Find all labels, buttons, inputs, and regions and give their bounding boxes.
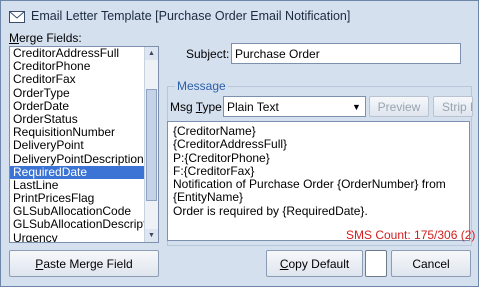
window-title: Email Letter Template [Purchase Order Em… (31, 9, 351, 23)
blank-square-button[interactable] (365, 250, 387, 277)
subject-input[interactable]: Purchase Order (231, 43, 461, 64)
msg-type-label-post: ype: (202, 100, 226, 114)
dialog-window: Email Letter Template [Purchase Order Em… (0, 0, 479, 287)
msg-type-value: Plain Text (227, 100, 279, 114)
paste-button-rest: aste Merge Field (43, 256, 133, 271)
merge-field-item[interactable]: DeliveryPointDescription (10, 152, 158, 166)
subject-label: Subject: (186, 47, 230, 61)
merge-field-item[interactable]: RequiredDate (10, 165, 158, 179)
merge-fields-label-rest: erge Fields: (19, 31, 82, 45)
paste-merge-field-button[interactable]: Paste Merge Field (9, 250, 159, 277)
copy-default-button[interactable]: Copy Default (266, 250, 363, 277)
sms-count-label: SMS Count: 175/306 (2) (346, 228, 476, 242)
merge-fields-list[interactable]: CreditorAddressFull CreditorPhone Creditor… (9, 46, 159, 243)
scrollbar-thumb[interactable] (146, 89, 157, 201)
msg-type-label-pre: Msg (170, 100, 196, 114)
email-envelope-icon (9, 11, 25, 23)
merge-fields-items: CreditorAddressFull CreditorPhone Creditor… (10, 47, 158, 242)
list-scrollbar[interactable]: ▲ ▼ (144, 47, 158, 242)
copy-button-accel: C (279, 256, 289, 271)
copy-button-rest: opy Default (288, 256, 350, 271)
merge-fields-label-accel: M (9, 31, 19, 45)
strip-html-button[interactable]: Strip H (433, 96, 473, 117)
message-group-label: Message (175, 79, 228, 93)
scroll-up-arrow-icon[interactable]: ▲ (145, 47, 158, 60)
merge-field-item[interactable]: DeliveryPoint (10, 139, 158, 152)
dropdown-arrow-icon[interactable]: ▼ (349, 98, 364, 115)
title-bar[interactable]: Email Letter Template [Purchase Order Em… (1, 1, 478, 31)
merge-field-item[interactable]: Urgency (10, 231, 158, 242)
preview-button[interactable]: Preview (369, 96, 429, 117)
merge-field-item[interactable]: GLSubAllocationDescription (10, 218, 158, 231)
merge-fields-label: Merge Fields: (9, 31, 82, 45)
paste-button-accel: P (35, 256, 44, 271)
cancel-button[interactable]: Cancel (391, 250, 471, 277)
message-body-textarea[interactable]: {CreditorName} {CreditorAddressFull} P:{… (167, 121, 470, 241)
scroll-down-arrow-icon[interactable]: ▼ (145, 229, 158, 242)
msg-type-label: Msg Type: (170, 100, 225, 114)
merge-field-item[interactable]: OrderDate (10, 99, 158, 113)
merge-field-item[interactable]: OrderType (10, 86, 158, 100)
msg-type-select[interactable]: Plain Text ▼ (223, 96, 366, 117)
merge-field-item[interactable]: CreditorFax (10, 73, 158, 86)
